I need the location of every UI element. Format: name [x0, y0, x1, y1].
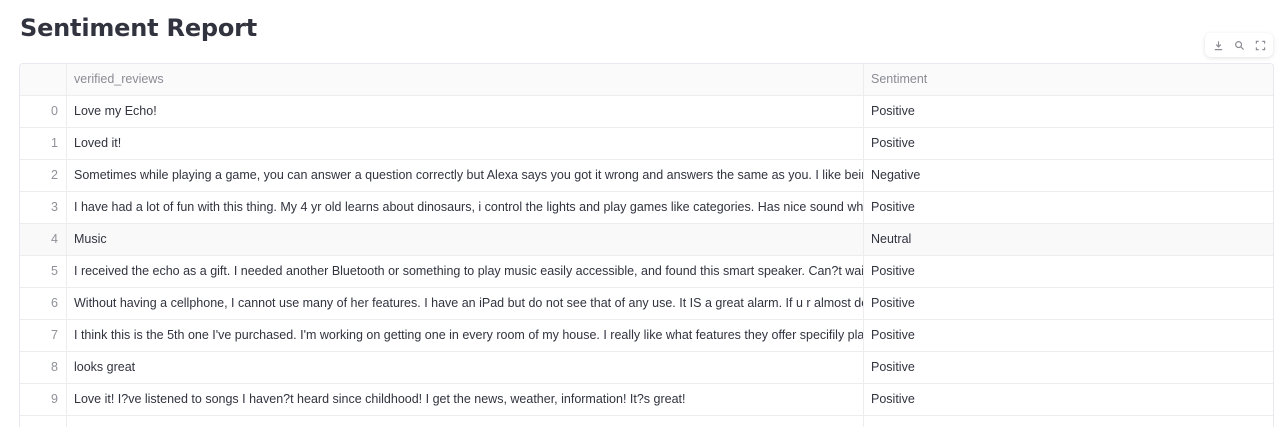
sentiment-table[interactable]: verified_reviews Sentiment 0 Love my Ech…	[19, 63, 1274, 427]
sentiment-cell[interactable]	[864, 416, 1273, 427]
fullscreen-icon	[1255, 40, 1265, 50]
table-row[interactable]: 5 I received the echo as a gift. I neede…	[20, 256, 1273, 288]
table-row[interactable]	[20, 416, 1273, 427]
table-toolbar	[1205, 33, 1273, 57]
table-row[interactable]: 1 Loved it! Positive	[20, 128, 1273, 160]
sentiment-cell[interactable]: Positive	[864, 128, 1273, 159]
review-cell[interactable]: Music	[67, 224, 864, 255]
sentiment-cell[interactable]: Positive	[864, 288, 1273, 319]
sentiment-cell[interactable]: Positive	[864, 192, 1273, 223]
table-row[interactable]: 2 Sometimes while playing a game, you ca…	[20, 160, 1273, 192]
header-verified-reviews[interactable]: verified_reviews	[67, 64, 864, 95]
review-cell[interactable]: Loved it!	[67, 128, 864, 159]
row-index: 2	[20, 160, 67, 191]
search-icon	[1234, 40, 1244, 50]
sentiment-cell[interactable]: Neutral	[864, 224, 1273, 255]
review-cell[interactable]: Without having a cellphone, I cannot use…	[67, 288, 864, 319]
fullscreen-button[interactable]	[1252, 37, 1268, 53]
row-index: 0	[20, 96, 67, 127]
review-cell[interactable]	[67, 416, 864, 427]
table-row[interactable]: 6 Without having a cellphone, I cannot u…	[20, 288, 1273, 320]
review-cell[interactable]: Love it! I?ve listened to songs I haven?…	[67, 384, 864, 415]
sentiment-cell[interactable]: Positive	[864, 320, 1273, 351]
review-cell[interactable]: looks great	[67, 352, 864, 383]
sentiment-cell[interactable]: Positive	[864, 352, 1273, 383]
row-index: 6	[20, 288, 67, 319]
row-index: 8	[20, 352, 67, 383]
table-row[interactable]: 0 Love my Echo! Positive	[20, 96, 1273, 128]
row-index: 1	[20, 128, 67, 159]
table-row[interactable]: 9 Love it! I?ve listened to songs I have…	[20, 384, 1273, 416]
page-title: Sentiment Report	[20, 14, 258, 42]
row-index	[20, 416, 67, 427]
table-row[interactable]: 4 Music Neutral	[20, 224, 1273, 256]
table-row[interactable]: 8 looks great Positive	[20, 352, 1273, 384]
row-index: 7	[20, 320, 67, 351]
review-cell[interactable]: Sometimes while playing a game, you can …	[67, 160, 864, 191]
row-index: 5	[20, 256, 67, 287]
row-index: 3	[20, 192, 67, 223]
table-row[interactable]: 3 I have had a lot of fun with this thin…	[20, 192, 1273, 224]
sentiment-cell[interactable]: Negative	[864, 160, 1273, 191]
table-row[interactable]: 7 I think this is the 5th one I've purch…	[20, 320, 1273, 352]
sentiment-cell[interactable]: Positive	[864, 256, 1273, 287]
download-icon	[1214, 40, 1222, 50]
sentiment-cell[interactable]: Positive	[864, 96, 1273, 127]
header-index[interactable]	[20, 64, 67, 95]
row-index: 4	[20, 224, 67, 255]
row-index: 9	[20, 384, 67, 415]
download-button[interactable]	[1210, 37, 1226, 53]
review-cell[interactable]: I have had a lot of fun with this thing.…	[67, 192, 864, 223]
review-cell[interactable]: I think this is the 5th one I've purchas…	[67, 320, 864, 351]
review-cell[interactable]: Love my Echo!	[67, 96, 864, 127]
review-cell[interactable]: I received the echo as a gift. I needed …	[67, 256, 864, 287]
header-sentiment[interactable]: Sentiment	[864, 64, 1273, 95]
sentiment-cell[interactable]: Positive	[864, 384, 1273, 415]
search-button[interactable]	[1231, 37, 1247, 53]
table-header-row: verified_reviews Sentiment	[20, 64, 1273, 96]
